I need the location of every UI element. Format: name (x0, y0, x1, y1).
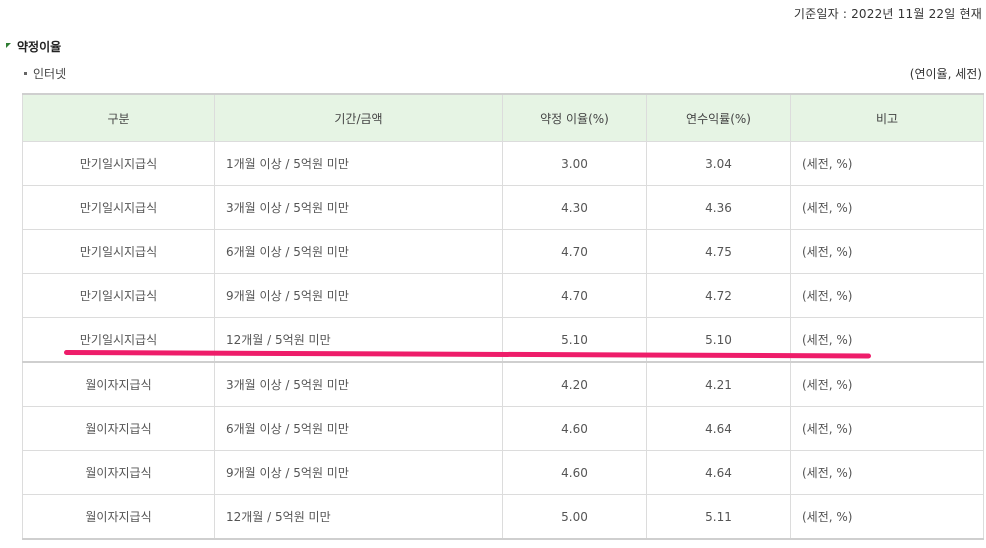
cell-period: 1개월 이상 / 5억원 미만 (214, 141, 503, 186)
rate-table: 구분 기간/금액 약정 이율(%) 연수익률(%) 비고 만기일시지급식 1개월… (22, 93, 984, 540)
cell-yield: 5.11 (646, 494, 791, 540)
cell-type: 월이자지급식 (22, 450, 215, 495)
cell-type: 월이자지급식 (22, 406, 215, 451)
section-marker-icon (6, 43, 11, 48)
rate-table-container: 구분 기간/금액 약정 이율(%) 연수익률(%) 비고 만기일시지급식 1개월… (22, 93, 984, 540)
cell-rate: 4.70 (502, 229, 647, 274)
cell-type: 만기일시지급식 (22, 273, 215, 318)
table-row: 월이자지급식 9개월 이상 / 5억원 미만 4.60 4.64 (세전, %) (22, 450, 984, 495)
unit-note: (연이율, 세전) (909, 67, 982, 81)
table-row: 만기일시지급식 9개월 이상 / 5억원 미만 4.70 4.72 (세전, %… (22, 273, 984, 318)
subsection-title-label: 인터넷 (33, 67, 67, 81)
cell-yield: 3.04 (646, 141, 791, 186)
cell-note: (세전, %) (790, 273, 984, 318)
cell-period: 9개월 이상 / 5억원 미만 (214, 273, 503, 318)
cell-rate: 3.00 (502, 141, 647, 186)
cell-note: (세전, %) (790, 406, 984, 451)
cell-note: (세전, %) (790, 229, 984, 274)
table-row: 월이자지급식 6개월 이상 / 5억원 미만 4.60 4.64 (세전, %) (22, 406, 984, 451)
subsection-title: 인터넷 (24, 65, 66, 82)
cell-yield: 4.72 (646, 273, 791, 318)
cell-type: 월이자지급식 (22, 494, 215, 540)
cell-note: (세전, %) (790, 450, 984, 495)
cell-period: 6개월 이상 / 5억원 미만 (214, 406, 503, 451)
cell-note: (세전, %) (790, 361, 984, 407)
cell-period: 6개월 이상 / 5억원 미만 (214, 229, 503, 274)
cell-note: (세전, %) (790, 141, 984, 186)
cell-period: 3개월 이상 / 5억원 미만 (214, 185, 503, 230)
cell-period: 12개월 / 5억원 미만 (214, 494, 503, 540)
cell-yield: 4.64 (646, 406, 791, 451)
table-header-row: 구분 기간/금액 약정 이율(%) 연수익률(%) 비고 (22, 93, 984, 142)
cell-rate: 4.20 (502, 361, 647, 407)
cell-period: 3개월 이상 / 5억원 미만 (214, 361, 503, 407)
section-title-label: 약정이율 (17, 40, 62, 54)
cell-yield: 4.75 (646, 229, 791, 274)
table-row: 만기일시지급식 3개월 이상 / 5억원 미만 4.30 4.36 (세전, %… (22, 185, 984, 230)
bullet-icon (24, 72, 27, 75)
cell-rate: 4.70 (502, 273, 647, 318)
header-rate: 약정 이율(%) (502, 93, 647, 142)
cell-rate: 5.00 (502, 494, 647, 540)
cell-rate: 4.60 (502, 450, 647, 495)
table-row: 월이자지급식 3개월 이상 / 5억원 미만 4.20 4.21 (세전, %) (22, 361, 984, 407)
cell-yield: 4.64 (646, 450, 791, 495)
table-row: 월이자지급식 12개월 / 5억원 미만 5.00 5.11 (세전, %) (22, 494, 984, 540)
cell-rate: 4.60 (502, 406, 647, 451)
header-period: 기간/금액 (214, 93, 503, 142)
table-row: 만기일시지급식 6개월 이상 / 5억원 미만 4.70 4.75 (세전, %… (22, 229, 984, 274)
cell-type: 만기일시지급식 (22, 141, 215, 186)
cell-type: 월이자지급식 (22, 361, 215, 407)
header-yield: 연수익률(%) (646, 93, 791, 142)
section-title: 약정이율 (6, 38, 61, 55)
cell-yield: 4.21 (646, 361, 791, 407)
cell-yield: 4.36 (646, 185, 791, 230)
cell-type: 만기일시지급식 (22, 229, 215, 274)
cell-note: (세전, %) (790, 494, 984, 540)
cell-rate: 4.30 (502, 185, 647, 230)
reference-date: 기준일자 : 2022년 11월 22일 현재 (793, 7, 982, 21)
table-row: 만기일시지급식 1개월 이상 / 5억원 미만 3.00 3.04 (세전, %… (22, 141, 984, 186)
cell-note: (세전, %) (790, 185, 984, 230)
cell-type: 만기일시지급식 (22, 185, 215, 230)
header-type: 구분 (22, 93, 215, 142)
cell-period: 9개월 이상 / 5억원 미만 (214, 450, 503, 495)
header-note: 비고 (790, 93, 984, 142)
